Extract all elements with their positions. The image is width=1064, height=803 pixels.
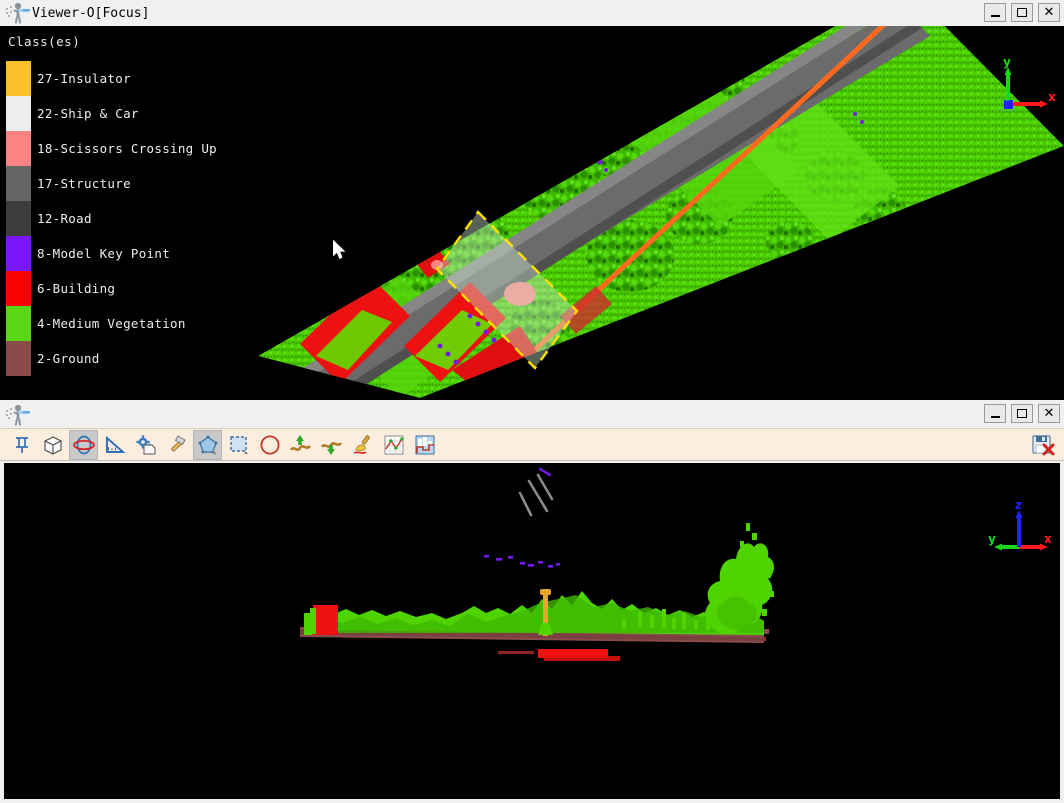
legend-item-label: 17-Structure xyxy=(37,176,131,191)
legend-item-label: 4-Medium Vegetation xyxy=(37,316,186,331)
toolbar-right-group xyxy=(1027,430,1058,460)
mouse-cursor xyxy=(332,239,347,260)
legend-color-swatch xyxy=(6,341,31,376)
pin-icon xyxy=(11,434,33,456)
viewer-window-title: Viewer-O[Focus] xyxy=(32,5,150,21)
minimize-button[interactable] xyxy=(984,404,1006,423)
legend-rows: 27-Insulator 22-Ship & Car 18-Scissors Cro… xyxy=(6,61,217,376)
svg-text:y: y xyxy=(1003,56,1011,69)
orbit-sphere-icon xyxy=(72,434,96,456)
pentagon-select-icon xyxy=(197,434,219,456)
save-delete-icon xyxy=(1031,433,1055,457)
svg-text:y: y xyxy=(988,532,996,546)
legend-item[interactable]: 18-Scissors Crossing Up xyxy=(6,131,217,166)
wave-up-arrow-icon xyxy=(289,434,313,456)
section-3d-viewport[interactable]: x y z xyxy=(4,463,1060,799)
circle-icon xyxy=(259,434,281,456)
legend-color-swatch xyxy=(6,96,31,131)
legend-item[interactable]: 6-Building xyxy=(6,271,217,306)
legend-item[interactable]: 17-Structure xyxy=(6,166,217,201)
edit-tool[interactable] xyxy=(162,430,191,460)
triangle-ruler-icon xyxy=(104,434,126,456)
legend-color-swatch xyxy=(6,131,31,166)
legend-color-swatch xyxy=(6,166,31,201)
legend-item[interactable]: 22-Ship & Car xyxy=(6,96,217,131)
axis-gizmo-zyx: x y z xyxy=(986,498,1052,559)
section-window-controls: ✕ xyxy=(984,404,1060,423)
legend-item[interactable]: 12-Road xyxy=(6,201,217,236)
legend-item-label: 2-Ground xyxy=(37,351,100,366)
settings-tool[interactable] xyxy=(131,430,160,460)
maximize-button[interactable] xyxy=(1011,3,1033,22)
legend-title: Class(es) xyxy=(8,34,81,49)
legend-color-swatch xyxy=(6,236,31,271)
legend-item-label: 12-Road xyxy=(37,211,92,226)
box-tool[interactable] xyxy=(38,430,67,460)
legend-item[interactable]: 4-Medium Vegetation xyxy=(6,306,217,341)
rect-select-tool[interactable] xyxy=(224,430,253,460)
lower-points-tool[interactable] xyxy=(317,430,346,460)
brush-tool[interactable] xyxy=(348,430,377,460)
cube-icon xyxy=(42,434,64,456)
class-legend: Class(es) 27-Insulator 22-Ship & Car 18-Sc… xyxy=(6,34,217,376)
histogram-tool[interactable] xyxy=(410,430,439,460)
svg-text:x: x xyxy=(1044,532,1052,546)
maximize-button[interactable] xyxy=(1011,404,1033,423)
close-button[interactable]: ✕ xyxy=(1038,3,1060,22)
wave-down-arrow-icon xyxy=(320,434,344,456)
person-pointing-icon xyxy=(4,1,34,25)
svg-text:x: x xyxy=(1048,90,1056,104)
legend-color-swatch xyxy=(6,271,31,306)
legend-item-label: 8-Model Key Point xyxy=(37,246,171,261)
profile-graph-tool[interactable] xyxy=(379,430,408,460)
discard-save-button[interactable] xyxy=(1028,430,1057,460)
legend-color-swatch xyxy=(6,61,31,96)
legend-item[interactable]: 2-Ground xyxy=(6,341,217,376)
rotate-tool[interactable] xyxy=(69,429,98,460)
legend-item[interactable]: 27-Insulator xyxy=(6,61,217,96)
legend-item-label: 22-Ship & Car xyxy=(37,106,139,121)
cross-section-point-cloud xyxy=(4,463,1060,799)
minimize-button[interactable] xyxy=(984,3,1006,22)
section-titlebar[interactable]: ✕ xyxy=(0,400,1064,428)
viewer-window: Viewer-O[Focus] ✕ x y z Class(es) 27-Ins… xyxy=(0,0,1064,398)
axis-gizmo-xy: x y z xyxy=(996,55,1056,116)
histogram-icon xyxy=(414,434,436,456)
measure-angle-tool[interactable] xyxy=(100,430,129,460)
viewer-window-controls: ✕ xyxy=(984,3,1060,22)
legend-item[interactable]: 8-Model Key Point xyxy=(6,236,217,271)
svg-text:z: z xyxy=(1005,94,1010,104)
toolbar-left-group xyxy=(6,429,440,460)
svg-text:z: z xyxy=(1015,499,1022,512)
viewer-3d-viewport[interactable]: x y z Class(es) 27-Insulator 22-Ship & Ca… xyxy=(0,26,1064,398)
section-toolbar xyxy=(0,428,1064,461)
person-pointing-icon xyxy=(4,403,34,427)
polygon-select-tool[interactable] xyxy=(193,429,222,460)
circle-select-tool[interactable] xyxy=(255,430,284,460)
legend-color-swatch xyxy=(6,201,31,236)
viewer-titlebar[interactable]: Viewer-O[Focus] ✕ xyxy=(0,0,1064,26)
section-window: ✕ x y z xyxy=(0,400,1064,803)
paint-brush-icon xyxy=(352,434,374,456)
legend-item-label: 6-Building xyxy=(37,281,116,296)
legend-color-swatch xyxy=(6,306,31,341)
pin-tool[interactable] xyxy=(7,430,36,460)
legend-item-label: 27-Insulator xyxy=(37,71,131,86)
graph-grid-icon xyxy=(383,434,405,456)
hammer-icon xyxy=(166,434,188,456)
gears-page-icon xyxy=(135,434,157,456)
rect-select-icon xyxy=(228,434,250,456)
raise-points-tool[interactable] xyxy=(286,430,315,460)
legend-item-label: 18-Scissors Crossing Up xyxy=(37,141,217,156)
close-button[interactable]: ✕ xyxy=(1038,404,1060,423)
